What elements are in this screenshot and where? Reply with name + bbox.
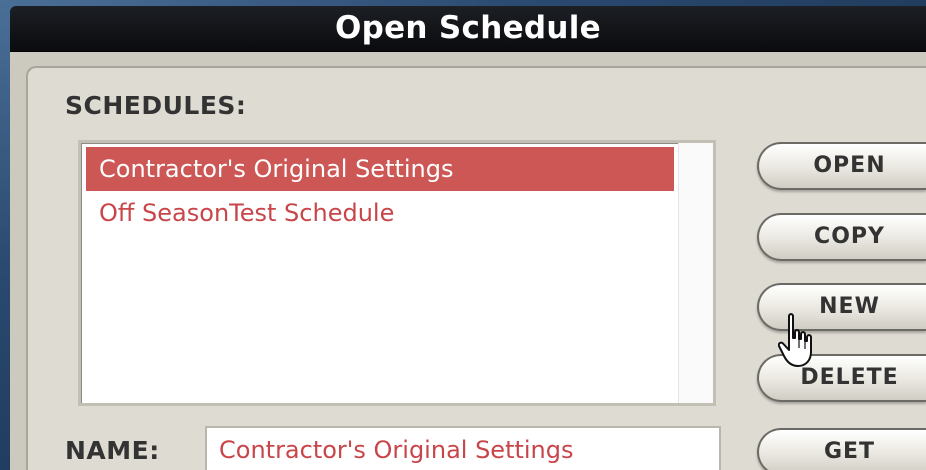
get-button[interactable]: GET [757, 428, 926, 470]
get-button-label: GET [823, 439, 876, 464]
list-item[interactable]: Off SeasonTest Schedule [86, 191, 674, 235]
hand-pointer-icon [778, 313, 812, 367]
new-button-label: NEW [819, 294, 880, 319]
copy-button[interactable]: COPY [757, 213, 926, 261]
schedules-label: SCHEDULES: [65, 91, 247, 120]
window-title: Open Schedule [334, 10, 602, 46]
title-bar: Open Schedule [10, 6, 926, 52]
copy-button-label: COPY [814, 224, 885, 249]
list-scrollbar[interactable] [678, 143, 713, 403]
open-button-label: OPEN [813, 153, 886, 178]
open-button[interactable]: OPEN [757, 142, 926, 190]
schedules-list[interactable]: Contractor's Original Settings Off Seaso… [78, 140, 716, 406]
name-label: NAME: [65, 436, 160, 465]
list-item[interactable]: Contractor's Original Settings [86, 147, 674, 191]
name-field[interactable]: Contractor's Original Settings [205, 426, 721, 470]
